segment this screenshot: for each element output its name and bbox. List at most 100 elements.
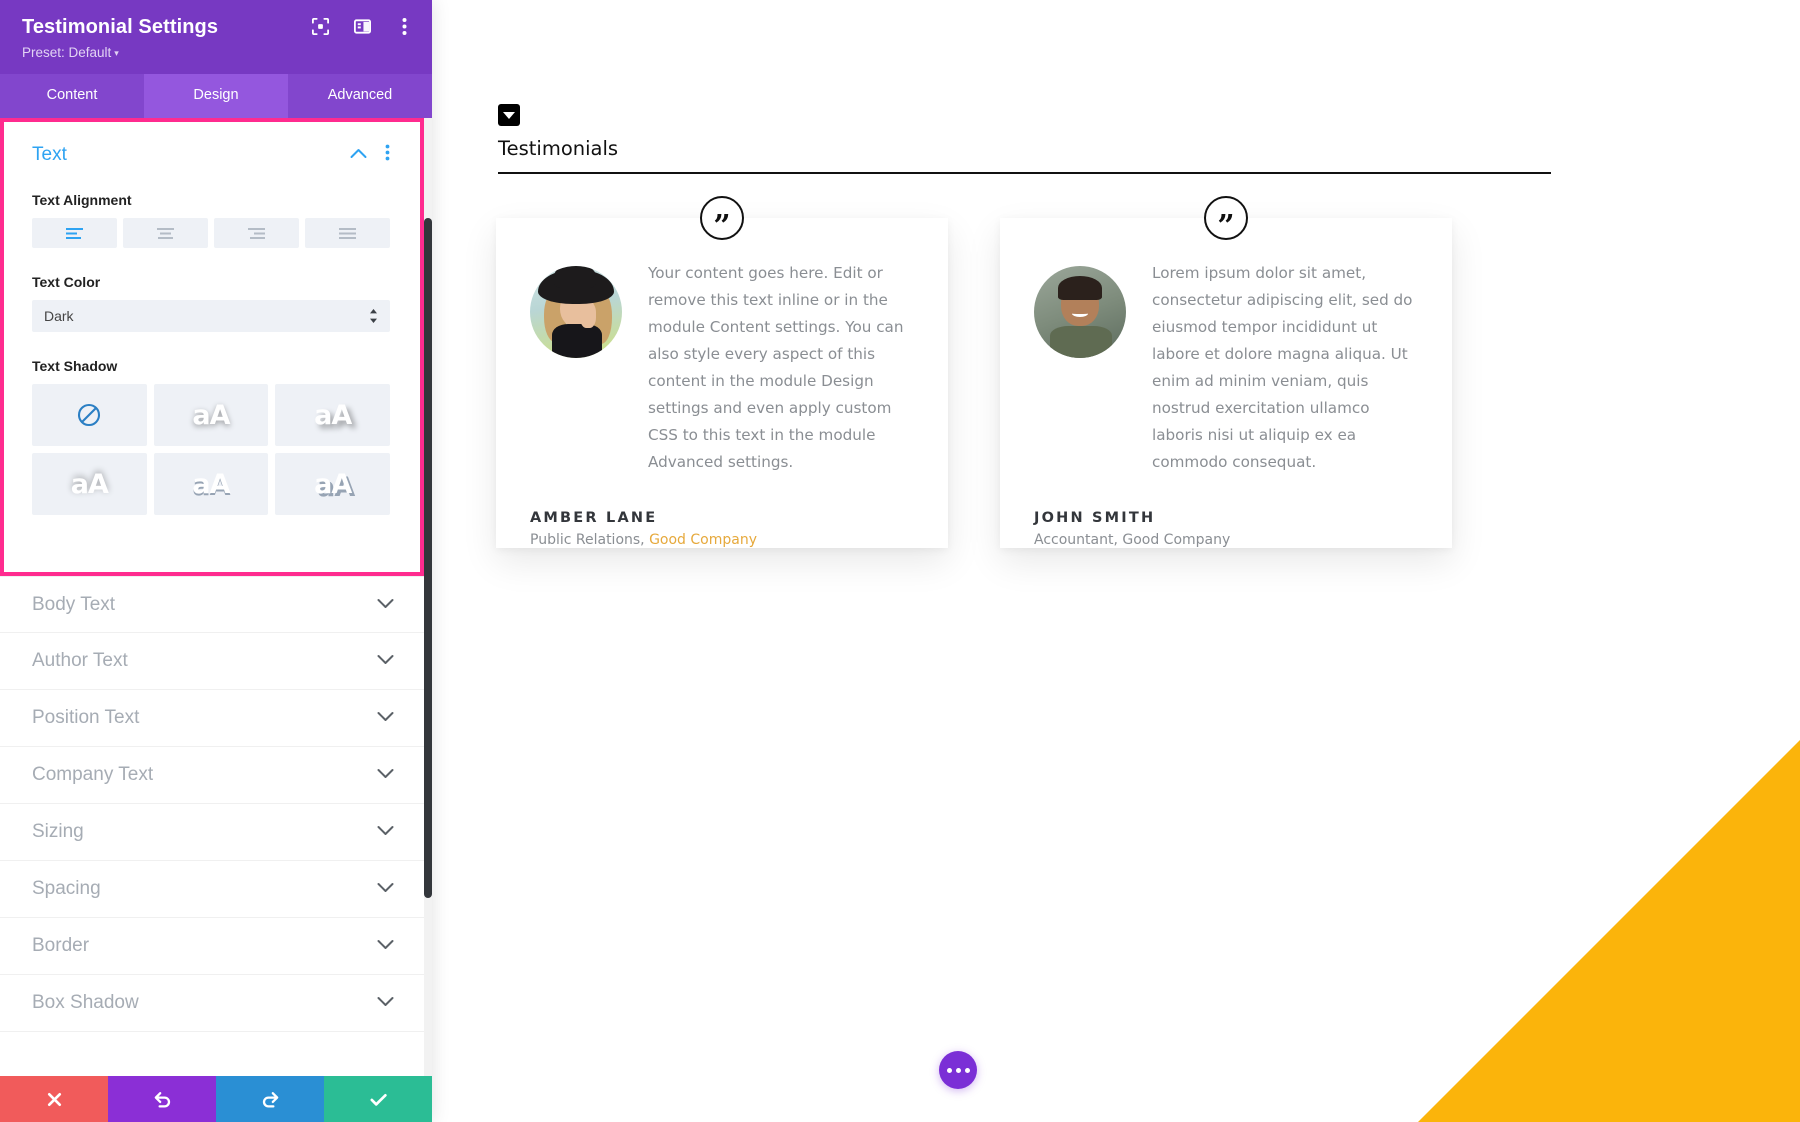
chevron-down-icon: ▾ xyxy=(114,48,119,58)
more-vertical-icon[interactable] xyxy=(394,16,414,36)
text-shadow-preview-glyph: aA xyxy=(70,468,109,500)
position-text: Accountant, Good Company xyxy=(1034,532,1231,548)
layout-panel-icon[interactable] xyxy=(352,16,372,36)
text-shadow-presets: aA aA aA aA aA xyxy=(32,384,390,515)
preset-selector[interactable]: Preset: Default ▾ xyxy=(22,45,410,60)
settings-group-company-text[interactable]: Company Text xyxy=(0,747,424,804)
settings-action-bar xyxy=(0,1076,432,1122)
group-header-actions xyxy=(350,144,390,166)
chevron-down-icon xyxy=(377,994,394,1012)
align-left-button[interactable] xyxy=(32,218,117,248)
panel-header-actions xyxy=(310,16,414,36)
page-settings-fab[interactable] xyxy=(939,1051,977,1089)
chevron-down-icon xyxy=(377,709,394,727)
settings-tabs: Content Design Advanced xyxy=(0,74,432,118)
testimonial-author: JOHN SMITH xyxy=(1034,510,1156,526)
align-justify-button[interactable] xyxy=(305,218,390,248)
testimonial-body-row: Lorem ipsum dolor sit amet, consectetur … xyxy=(1034,260,1418,476)
page-title: Testimonials xyxy=(498,137,619,160)
group-label: Company Text xyxy=(32,764,154,785)
tab-advanced[interactable]: Advanced xyxy=(288,74,432,118)
testimonial-card[interactable]: ” Lorem ipsum dolor sit amet, consectetu… xyxy=(1000,196,1452,548)
text-shadow-preview-glyph: aA xyxy=(192,468,230,500)
text-shadow-hard-bottom-button[interactable]: aA xyxy=(153,453,269,515)
settings-group-text: Text Text Alignment Text Color Dark Text… xyxy=(0,118,424,576)
quote-mark-icon: ” xyxy=(1204,196,1248,244)
section-divider xyxy=(498,172,1551,174)
align-center-button[interactable] xyxy=(123,218,208,248)
page-canvas: Testimonials ” Your content goes here. E… xyxy=(432,0,1800,1122)
settings-group-body-text[interactable]: Body Text xyxy=(0,576,424,633)
text-shadow-offset-drop-button[interactable]: aA xyxy=(275,384,390,446)
testimonial-position: Public Relations, Good Company xyxy=(530,532,914,548)
avatar xyxy=(530,266,622,358)
decorative-corner-triangle xyxy=(1418,740,1800,1122)
text-shadow-label: Text Shadow xyxy=(32,358,118,374)
group-label: Spacing xyxy=(32,878,101,899)
testimonial-body-row: Your content goes here. Edit or remove t… xyxy=(530,260,914,476)
settings-scroll-area[interactable]: Text Text Alignment Text Color Dark Text… xyxy=(0,118,432,1076)
text-color-label: Text Color xyxy=(32,274,101,290)
no-shadow-icon xyxy=(76,402,102,428)
text-shadow-hard-diagonal-button[interactable]: aA xyxy=(275,453,390,515)
text-shadow-preview-glyph: aA xyxy=(314,468,352,500)
check-icon xyxy=(369,1093,387,1106)
ellipsis-dot xyxy=(946,1067,952,1073)
chevron-down-icon xyxy=(377,652,394,670)
text-color-value: Dark xyxy=(44,308,74,324)
redo-button[interactable] xyxy=(216,1076,324,1122)
position-text: Public Relations, xyxy=(530,532,645,548)
text-shadow-soft-drop-button[interactable]: aA xyxy=(153,384,269,446)
tab-content[interactable]: Content xyxy=(0,74,144,118)
testimonial-position: Accountant, Good Company xyxy=(1034,532,1418,548)
quote-glyph: ” xyxy=(1217,209,1235,244)
undo-button[interactable] xyxy=(108,1076,216,1122)
group-header-text[interactable]: Text xyxy=(32,144,390,166)
chevron-down-icon xyxy=(377,596,394,614)
settings-group-box-shadow[interactable]: Box Shadow xyxy=(0,975,424,1032)
group-label: Author Text xyxy=(32,650,128,671)
settings-group-author-text[interactable]: Author Text xyxy=(0,633,424,690)
text-shadow-none-button[interactable] xyxy=(32,384,147,446)
triangle-down-icon[interactable] xyxy=(498,104,520,126)
group-title: Text xyxy=(32,144,67,165)
quote-glyph: ” xyxy=(713,209,731,244)
preset-label: Preset: Default xyxy=(22,45,112,60)
settings-group-spacing[interactable]: Spacing xyxy=(0,861,424,918)
module-settings-panel: Testimonial Settings Preset: Default ▾ C… xyxy=(0,0,432,1122)
testimonial-card[interactable]: ” Your content goes here. Edit or remove… xyxy=(496,196,948,548)
testimonials-row: ” Your content goes here. Edit or remove… xyxy=(432,190,1800,610)
settings-group-sizing[interactable]: Sizing xyxy=(0,804,424,861)
redo-icon xyxy=(262,1091,278,1108)
settings-group-border[interactable]: Border xyxy=(0,918,424,975)
tab-design[interactable]: Design xyxy=(144,74,288,118)
focus-frame-icon[interactable] xyxy=(310,16,330,36)
cancel-button[interactable] xyxy=(0,1076,108,1122)
stepper-arrows-icon xyxy=(369,308,378,324)
testimonial-text: Your content goes here. Edit or remove t… xyxy=(648,264,904,471)
text-shadow-preview-glyph: aA xyxy=(314,399,352,431)
group-label: Border xyxy=(32,935,90,956)
group-label: Body Text xyxy=(32,593,116,615)
collapsed-settings-groups: Body Text Author Text Position Text Comp… xyxy=(0,576,424,1032)
testimonial-author: AMBER LANE xyxy=(530,510,658,526)
ellipsis-dot xyxy=(955,1067,961,1073)
text-alignment-label: Text Alignment xyxy=(32,192,132,208)
app-root: Testimonial Settings Preset: Default ▾ C… xyxy=(0,0,1800,1122)
settings-panel-header: Testimonial Settings Preset: Default ▾ xyxy=(0,0,432,74)
text-color-select[interactable]: Dark xyxy=(32,300,390,332)
quote-mark-icon: ” xyxy=(700,196,744,244)
more-vertical-icon[interactable] xyxy=(385,144,390,166)
align-right-button[interactable] xyxy=(214,218,299,248)
settings-group-position-text[interactable]: Position Text xyxy=(0,690,424,747)
text-shadow-inner-glow-button[interactable]: aA xyxy=(32,453,147,515)
ellipsis-dot xyxy=(964,1067,970,1073)
section-header: Testimonials xyxy=(498,104,1594,174)
panel-scrollbar-track[interactable] xyxy=(424,118,432,1076)
testimonial-company-link[interactable]: Good Company xyxy=(649,532,757,548)
chevron-up-icon[interactable] xyxy=(350,146,367,164)
text-alignment-control xyxy=(32,218,390,248)
save-button[interactable] xyxy=(324,1076,432,1122)
panel-scrollbar-thumb[interactable] xyxy=(424,218,432,898)
undo-icon xyxy=(154,1091,170,1108)
